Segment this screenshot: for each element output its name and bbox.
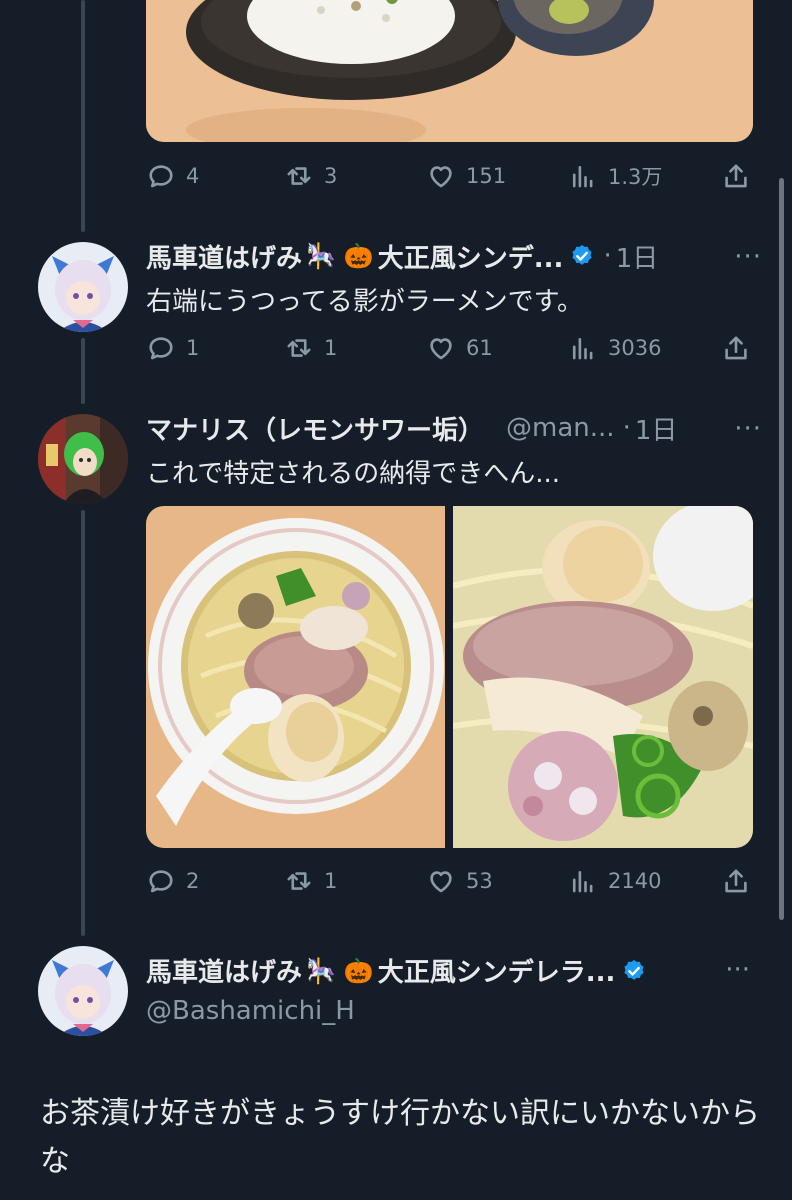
- verified-icon: [624, 959, 644, 980]
- reply-count: 4: [186, 164, 200, 188]
- tweet1-photo[interactable]: [146, 0, 753, 142]
- like-count: 151: [466, 164, 507, 188]
- reply-count: 2: [186, 869, 200, 893]
- views-icon: [572, 337, 593, 360]
- views-button[interactable]: 3036: [568, 328, 661, 368]
- separator: ·: [622, 413, 631, 443]
- like-icon: [430, 166, 452, 188]
- tweet1-actions: 4 3 151 1.3万: [146, 156, 756, 196]
- reply-button[interactable]: 1: [146, 328, 199, 368]
- handle[interactable]: @man...: [506, 413, 615, 443]
- tweet2-actions: 1 1 61 3036: [146, 328, 756, 368]
- retweet-icon: [287, 872, 311, 890]
- tweet3-actions: 2 1 53 2140: [146, 861, 756, 901]
- reply-count: 1: [186, 336, 200, 360]
- thread-line: [81, 338, 85, 404]
- tweet-text: 右端にうつってる影がラーメンです。: [146, 287, 584, 317]
- retweet-button[interactable]: 1: [284, 328, 337, 368]
- display-name[interactable]: 馬車道はげみ: [146, 238, 302, 275]
- more-icon[interactable]: ···: [734, 242, 762, 272]
- retweet-button[interactable]: 3: [284, 156, 337, 196]
- ramen-photo-2[interactable]: [453, 506, 753, 848]
- timestamp[interactable]: 1日: [616, 238, 659, 275]
- thread-line: [81, 0, 85, 232]
- pumpkin-emoji: 🎃: [343, 956, 374, 985]
- like-button[interactable]: 61: [426, 328, 493, 368]
- thread-line: [81, 510, 85, 936]
- like-button[interactable]: 53: [426, 861, 493, 901]
- more-icon[interactable]: ···: [734, 414, 762, 444]
- views-count: 1.3万: [608, 165, 663, 189]
- handle[interactable]: @Bashamichi_H: [146, 996, 355, 1026]
- like-button[interactable]: 151: [426, 156, 506, 196]
- main-tweet-text: お茶漬け好きがきょうすけ行かない訳にいかないからな: [40, 1096, 760, 1179]
- display-name-suffix[interactable]: 大正風シンデ...: [378, 238, 564, 275]
- views-icon: [572, 870, 593, 893]
- views-button[interactable]: 1.3万: [568, 156, 662, 196]
- pumpkin-emoji: 🎃: [343, 242, 374, 270]
- share-icon: [725, 336, 747, 360]
- retweet-icon: [287, 167, 311, 185]
- like-icon: [430, 871, 452, 893]
- avatar[interactable]: [38, 242, 128, 332]
- retweet-count: 3: [324, 164, 338, 188]
- retweet-count: 1: [324, 336, 338, 360]
- share-button[interactable]: [721, 861, 751, 901]
- views-icon: [572, 165, 593, 188]
- share-icon: [725, 869, 747, 893]
- like-count: 53: [466, 869, 493, 893]
- verified-icon: [572, 244, 592, 265]
- thread-page: 4 3 151 1.3万 馬車道はげみ 🎠 🎃 大正風シンデ... · 1日 ·…: [0, 0, 792, 1200]
- share-button[interactable]: [721, 328, 751, 368]
- reply-button[interactable]: 4: [146, 156, 199, 196]
- display-name[interactable]: マナリス（レモンサワー垢）: [146, 410, 484, 447]
- share-icon: [725, 164, 747, 188]
- retweet-count: 1: [324, 869, 338, 893]
- avatar[interactable]: [38, 946, 128, 1036]
- ramen-photo-1[interactable]: [146, 506, 445, 848]
- like-count: 61: [466, 336, 493, 360]
- display-name-suffix[interactable]: 大正風シンデレラ...: [378, 952, 616, 989]
- retweet-icon: [287, 339, 311, 357]
- views-count: 2140: [608, 869, 662, 893]
- reply-button[interactable]: 2: [146, 861, 199, 901]
- timestamp[interactable]: 1日: [635, 410, 678, 447]
- share-button[interactable]: [721, 156, 751, 196]
- separator: ·: [603, 241, 612, 271]
- carousel-emoji: 🎠: [306, 956, 336, 985]
- reply-icon: [149, 337, 173, 360]
- reply-icon: [149, 870, 173, 893]
- views-button[interactable]: 2140: [568, 861, 661, 901]
- more-icon[interactable]: ···: [725, 955, 750, 985]
- views-count: 3036: [608, 336, 662, 360]
- avatar[interactable]: [38, 414, 128, 504]
- main-tweet-name-row: 馬車道はげみ 🎠 🎃 大正風シンデレラ...: [146, 952, 647, 989]
- tweet3-header: マナリス（レモンサワー垢） @man... · 1日 ···: [146, 408, 762, 448]
- reply-icon: [149, 165, 173, 188]
- carousel-emoji: 🎠: [306, 242, 336, 270]
- tweet2-header: 馬車道はげみ 🎠 🎃 大正風シンデ... · 1日 ···: [146, 236, 762, 276]
- tweet-text: これで特定されるの納得できへん...: [146, 459, 561, 489]
- like-icon: [430, 338, 452, 360]
- retweet-button[interactable]: 1: [284, 861, 337, 901]
- display-name[interactable]: 馬車道はげみ: [146, 952, 302, 989]
- scrollbar[interactable]: [779, 178, 784, 920]
